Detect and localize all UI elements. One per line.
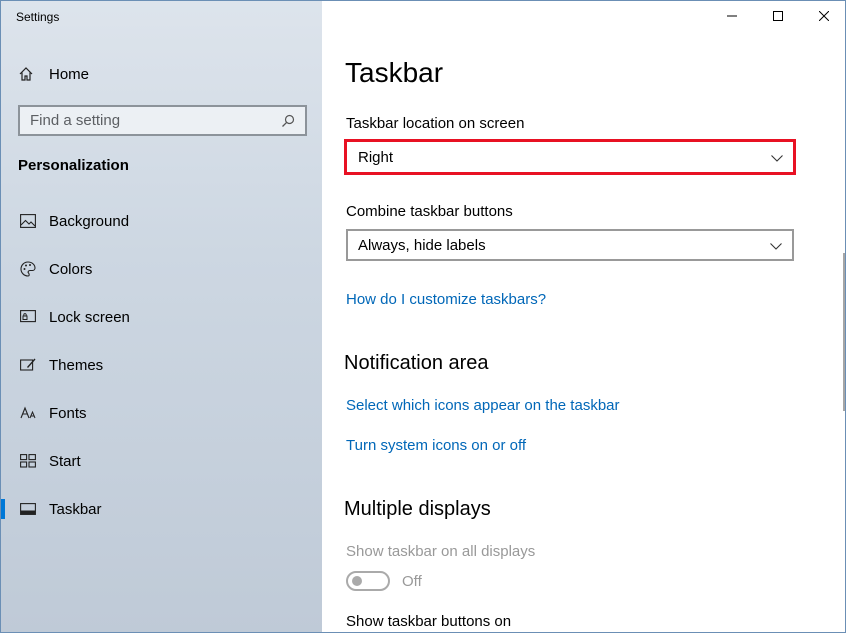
search-input[interactable] bbox=[30, 112, 279, 129]
start-icon bbox=[18, 451, 38, 471]
show-all-displays-label: Show taskbar on all displays bbox=[346, 543, 536, 560]
sidebar-item-label: Background bbox=[49, 212, 130, 230]
sidebar-item-label: Colors bbox=[49, 260, 93, 278]
sidebar-item-fonts[interactable]: Fonts bbox=[1, 389, 322, 437]
themes-icon bbox=[18, 355, 38, 375]
sidebar-item-label: Taskbar bbox=[49, 500, 102, 518]
sidebar-item-themes[interactable]: Themes bbox=[1, 341, 322, 389]
show-buttons-on-label: Show taskbar buttons on bbox=[346, 613, 512, 630]
sidebar-item-lock-screen[interactable]: Lock screen bbox=[1, 293, 322, 341]
lock-screen-icon bbox=[18, 307, 38, 327]
home-nav-item[interactable]: Home bbox=[18, 63, 89, 85]
page-title: Taskbar bbox=[345, 57, 444, 88]
fonts-icon bbox=[18, 403, 38, 423]
maximize-icon bbox=[773, 8, 783, 26]
sidebar-item-background[interactable]: Background bbox=[1, 197, 322, 245]
sidebar-item-label: Themes bbox=[49, 356, 104, 374]
combine-buttons-dropdown[interactable]: Always, hide labels bbox=[346, 229, 794, 261]
search-box[interactable] bbox=[18, 105, 307, 136]
sidebar-nav: Background Colors Lock screen Themes Fon… bbox=[1, 197, 322, 533]
notification-area-heading: Notification area bbox=[344, 352, 489, 374]
window-controls bbox=[709, 1, 845, 33]
sidebar-item-label: Start bbox=[49, 452, 81, 470]
show-all-displays-toggle[interactable] bbox=[346, 571, 390, 591]
settings-window: Settings Home Personalization Background bbox=[0, 0, 846, 633]
home-icon bbox=[18, 66, 38, 82]
maximize-button[interactable] bbox=[755, 1, 801, 33]
palette-icon bbox=[18, 259, 38, 279]
combine-buttons-label: Combine taskbar buttons bbox=[346, 203, 513, 220]
section-title: Personalization bbox=[18, 157, 129, 174]
main-content: Taskbar Taskbar location on screen Right… bbox=[322, 1, 845, 632]
sidebar: Settings Home Personalization Background bbox=[1, 1, 322, 632]
sidebar-item-start[interactable]: Start bbox=[1, 437, 322, 485]
home-label: Home bbox=[49, 65, 90, 83]
sidebar-item-colors[interactable]: Colors bbox=[1, 245, 322, 293]
toggle-knob bbox=[352, 576, 362, 586]
combine-buttons-value: Always, hide labels bbox=[358, 236, 486, 254]
close-icon bbox=[818, 8, 830, 26]
minimize-button[interactable] bbox=[709, 1, 755, 33]
taskbar-location-dropdown[interactable]: Right bbox=[344, 139, 796, 175]
customize-taskbars-link[interactable]: How do I customize taskbars? bbox=[346, 291, 546, 308]
taskbar-icon bbox=[18, 499, 38, 519]
toggle-state-label: Off bbox=[402, 573, 422, 590]
scrollbar[interactable] bbox=[843, 253, 845, 411]
taskbar-location-label: Taskbar location on screen bbox=[346, 115, 525, 132]
search-icon[interactable] bbox=[279, 114, 297, 128]
select-icons-link[interactable]: Select which icons appear on the taskbar bbox=[346, 397, 620, 414]
sidebar-item-label: Lock screen bbox=[49, 308, 130, 326]
chevron-down-icon bbox=[771, 149, 783, 166]
app-title: Settings bbox=[16, 10, 60, 24]
taskbar-location-value: Right bbox=[358, 148, 394, 166]
system-icons-link[interactable]: Turn system icons on or off bbox=[346, 437, 526, 454]
close-button[interactable] bbox=[801, 1, 845, 33]
background-icon bbox=[18, 211, 38, 231]
sidebar-item-label: Fonts bbox=[49, 404, 87, 422]
sidebar-item-taskbar[interactable]: Taskbar bbox=[1, 485, 322, 533]
multiple-displays-heading: Multiple displays bbox=[344, 498, 491, 520]
minimize-icon bbox=[727, 8, 737, 26]
chevron-down-icon bbox=[770, 237, 782, 254]
